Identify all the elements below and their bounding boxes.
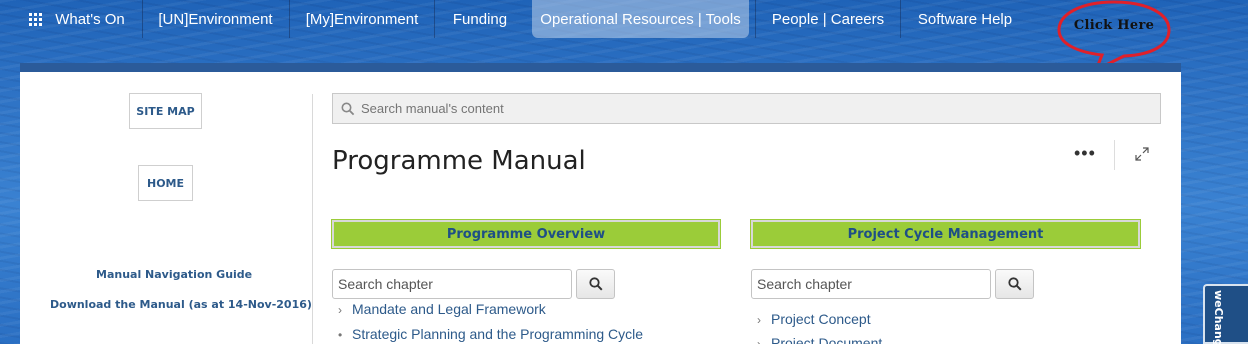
page-title: Programme Manual (332, 146, 586, 176)
list-item-label: Project Document (771, 335, 883, 344)
nav-item-software-help[interactable]: Software Help (901, 0, 1029, 38)
manual-navigation-guide-link[interactable]: Manual Navigation Guide (96, 268, 252, 281)
nav-item-label: Funding (452, 10, 508, 28)
list-item[interactable]: › Project Concept (757, 311, 871, 327)
wechange-widget-tab[interactable]: weChange (1203, 284, 1248, 344)
search-icon (588, 277, 603, 291)
home-button[interactable]: HOME (138, 165, 193, 201)
nav-item-people-careers[interactable]: People | Careers (756, 0, 900, 38)
list-item-label: Mandate and Legal Framework (352, 301, 546, 317)
chapter-search-button[interactable] (995, 269, 1034, 299)
chevron-right-icon: › (338, 303, 342, 317)
manual-search-input[interactable] (361, 101, 1141, 116)
panel-header-bar (20, 63, 1181, 72)
bullet-icon: • (338, 328, 343, 342)
ellipsis-icon[interactable]: ••• (1074, 144, 1096, 162)
chapter-search-input[interactable]: Search chapter (332, 269, 572, 299)
sidebar-divider (312, 94, 313, 344)
grid-icon (29, 12, 43, 26)
site-map-button[interactable]: SITE MAP (129, 93, 202, 129)
callout-label[interactable]: Click Here (1058, 18, 1170, 33)
chapter-search-button[interactable] (576, 269, 615, 299)
list-item-label: Project Concept (771, 311, 871, 327)
nav-item-label: [My]Environment (305, 10, 419, 28)
download-manual-link[interactable]: Download the Manual (as at 14-Nov-2016) (50, 298, 312, 311)
chapter-search-input[interactable]: Search chapter (751, 269, 991, 299)
nav-item-un-environment[interactable]: [UN]Environment (143, 0, 288, 38)
manual-search-bar[interactable] (332, 93, 1161, 124)
nav-item-label: People | Careers (771, 10, 885, 28)
nav-item-label: What's On (55, 10, 125, 28)
click-here-callout[interactable] (1056, 0, 1172, 72)
expand-icon[interactable] (1134, 146, 1150, 162)
chapter-heading-project-cycle-management[interactable]: Project Cycle Management (750, 219, 1141, 249)
list-item[interactable]: › Mandate and Legal Framework (338, 301, 546, 317)
search-icon (1007, 277, 1022, 291)
search-icon (341, 102, 355, 115)
list-item[interactable]: › Project Document (757, 335, 882, 344)
list-item-label: Strategic Planning and the Programming C… (352, 326, 644, 342)
chapter-heading-programme-overview[interactable]: Programme Overview (331, 219, 721, 249)
list-item[interactable]: • Strategic Planning and the Programming … (338, 326, 643, 342)
nav-item-label: Software Help (917, 10, 1013, 28)
nav-item-whats-on[interactable]: What's On (22, 0, 132, 38)
callout-outline (1057, 0, 1171, 72)
nav-item-funding[interactable]: Funding (435, 0, 525, 38)
nav-item-my-environment[interactable]: [My]Environment (290, 0, 434, 38)
chevron-right-icon: › (757, 313, 761, 327)
nav-item-label: [UN]Environment (158, 10, 273, 28)
chevron-right-icon: › (757, 337, 761, 344)
nav-item-label: Operational Resources | Tools (540, 10, 741, 28)
wechange-label: weChange (1212, 290, 1225, 344)
toolbar-divider (1114, 140, 1115, 170)
nav-item-operational-resources[interactable]: Operational Resources | Tools (532, 0, 749, 38)
